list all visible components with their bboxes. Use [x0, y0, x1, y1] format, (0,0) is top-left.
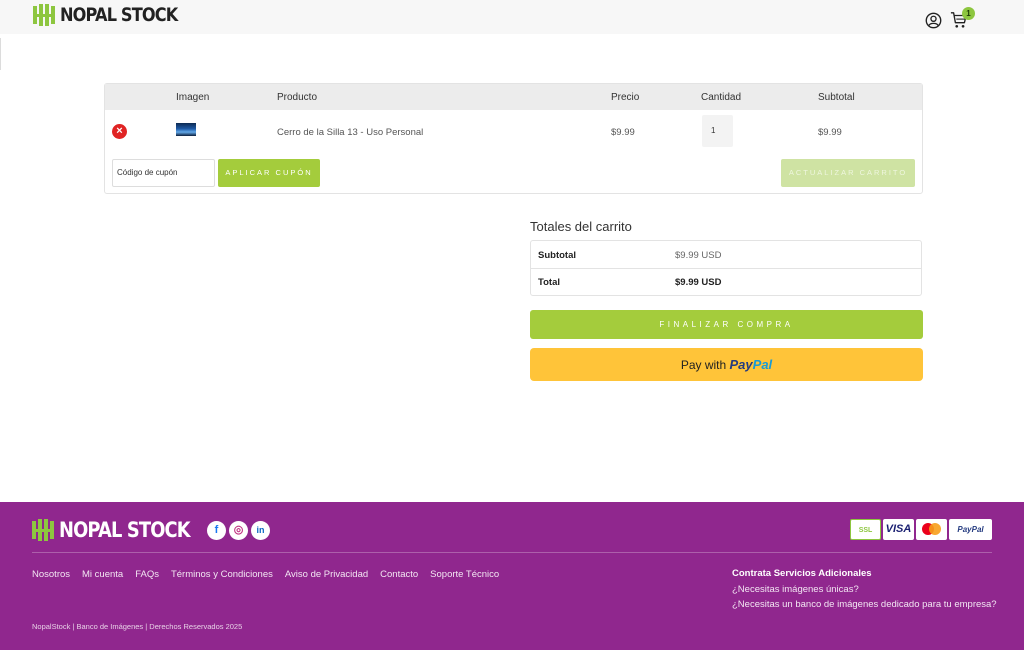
payment-badges: SSL VISA PayPal	[850, 519, 992, 540]
brand-name: NOPAL STOCK	[60, 4, 178, 26]
cart-totals-title: Totales del carrito	[530, 219, 632, 234]
cart-table: Imagen Producto Precio Cantidad Subtotal…	[104, 83, 923, 194]
column-header-imagen: Imagen	[176, 92, 210, 103]
column-header-cantidad: Cantidad	[701, 92, 742, 103]
column-header-producto: Producto	[277, 92, 318, 103]
divider	[0, 38, 1, 70]
remove-item-icon[interactable]: ×	[112, 124, 127, 139]
ssl-secure-icon: SSL	[850, 519, 881, 540]
footer-link-contacto[interactable]: Contacto	[380, 569, 418, 580]
subtotal-value: $9.99 USD	[675, 250, 722, 261]
paypal-logo-pal: Pal	[752, 357, 773, 372]
paypal-button[interactable]: Pay with PayPal	[530, 348, 923, 381]
product-price: $9.99	[611, 127, 635, 138]
facebook-icon[interactable]: f	[207, 521, 226, 540]
cart-table-header: Imagen Producto Precio Cantidad Subtotal	[105, 84, 922, 110]
brand-logo[interactable]: NOPAL STOCK	[33, 4, 198, 26]
footer-link-faqs[interactable]: FAQs	[135, 569, 159, 580]
additional-services: Contrata Servicios Adicionales ¿Necesita…	[732, 566, 997, 613]
footer-link-nosotros[interactable]: Nosotros	[32, 569, 70, 580]
paypal-icon: PayPal	[949, 519, 992, 540]
footer-logo[interactable]: NOPAL STOCK	[32, 518, 213, 542]
product-subtotal: $9.99	[818, 127, 842, 138]
services-title: Contrata Servicios Adicionales	[732, 568, 872, 579]
site-footer: NOPAL STOCK f ◎ in SSL VISA PayPal Nosot…	[0, 502, 1024, 650]
coupon-code-input[interactable]: Código de cupón	[112, 159, 215, 187]
instagram-icon[interactable]: ◎	[229, 521, 248, 540]
paypal-prefix: Pay with	[680, 358, 727, 372]
quantity-input[interactable]: 1	[702, 115, 733, 147]
footer-link-terminos[interactable]: Términos y Condiciones	[171, 569, 273, 580]
product-name[interactable]: Cerro de la Silla 13 - Uso Personal	[277, 127, 423, 138]
site-header: NOPAL STOCK 1	[0, 0, 1024, 34]
footer-brand-name: NOPAL STOCK	[59, 518, 191, 542]
cart-totals-table: Subtotal $9.99 USD Total $9.99 USD	[530, 240, 922, 296]
mastercard-icon	[916, 519, 947, 540]
apply-coupon-button[interactable]: APLICAR CUPÓN	[218, 159, 320, 187]
linkedin-icon[interactable]: in	[251, 521, 270, 540]
footer-link-privacidad[interactable]: Aviso de Privacidad	[285, 569, 368, 580]
user-account-icon[interactable]	[925, 12, 942, 29]
column-header-precio: Precio	[611, 92, 640, 103]
update-cart-button[interactable]: ACTUALIZAR CARRITO	[781, 159, 915, 187]
nopal-logo-icon	[32, 519, 54, 541]
column-header-subtotal: Subtotal	[818, 92, 855, 103]
total-value: $9.99 USD	[675, 277, 722, 288]
footer-link-mi-cuenta[interactable]: Mi cuenta	[82, 569, 123, 580]
total-label: Total	[538, 277, 560, 288]
checkout-button[interactable]: FINALIZAR COMPRA	[530, 310, 923, 339]
cart-count-badge: 1	[962, 7, 975, 20]
services-link-unique-images[interactable]: ¿Necesitas imágenes únicas?	[732, 582, 997, 598]
services-link-dedicated-bank[interactable]: ¿Necesitas un banco de imágenes dedicado…	[732, 597, 997, 613]
product-thumbnail[interactable]	[176, 123, 196, 136]
visa-icon: VISA	[883, 519, 914, 540]
paypal-logo-pay: Pay	[729, 357, 753, 372]
footer-link-soporte[interactable]: Soporte Técnico	[430, 569, 499, 580]
subtotal-label: Subtotal	[538, 250, 576, 261]
social-links: f ◎ in	[207, 521, 270, 540]
footer-nav: Nosotros Mi cuenta FAQs Términos y Condi…	[32, 569, 499, 580]
divider	[32, 552, 992, 553]
divider	[531, 268, 921, 269]
copyright-text: NopalStock | Banco de Imágenes | Derecho…	[32, 622, 243, 631]
nopal-logo-icon	[33, 4, 55, 26]
